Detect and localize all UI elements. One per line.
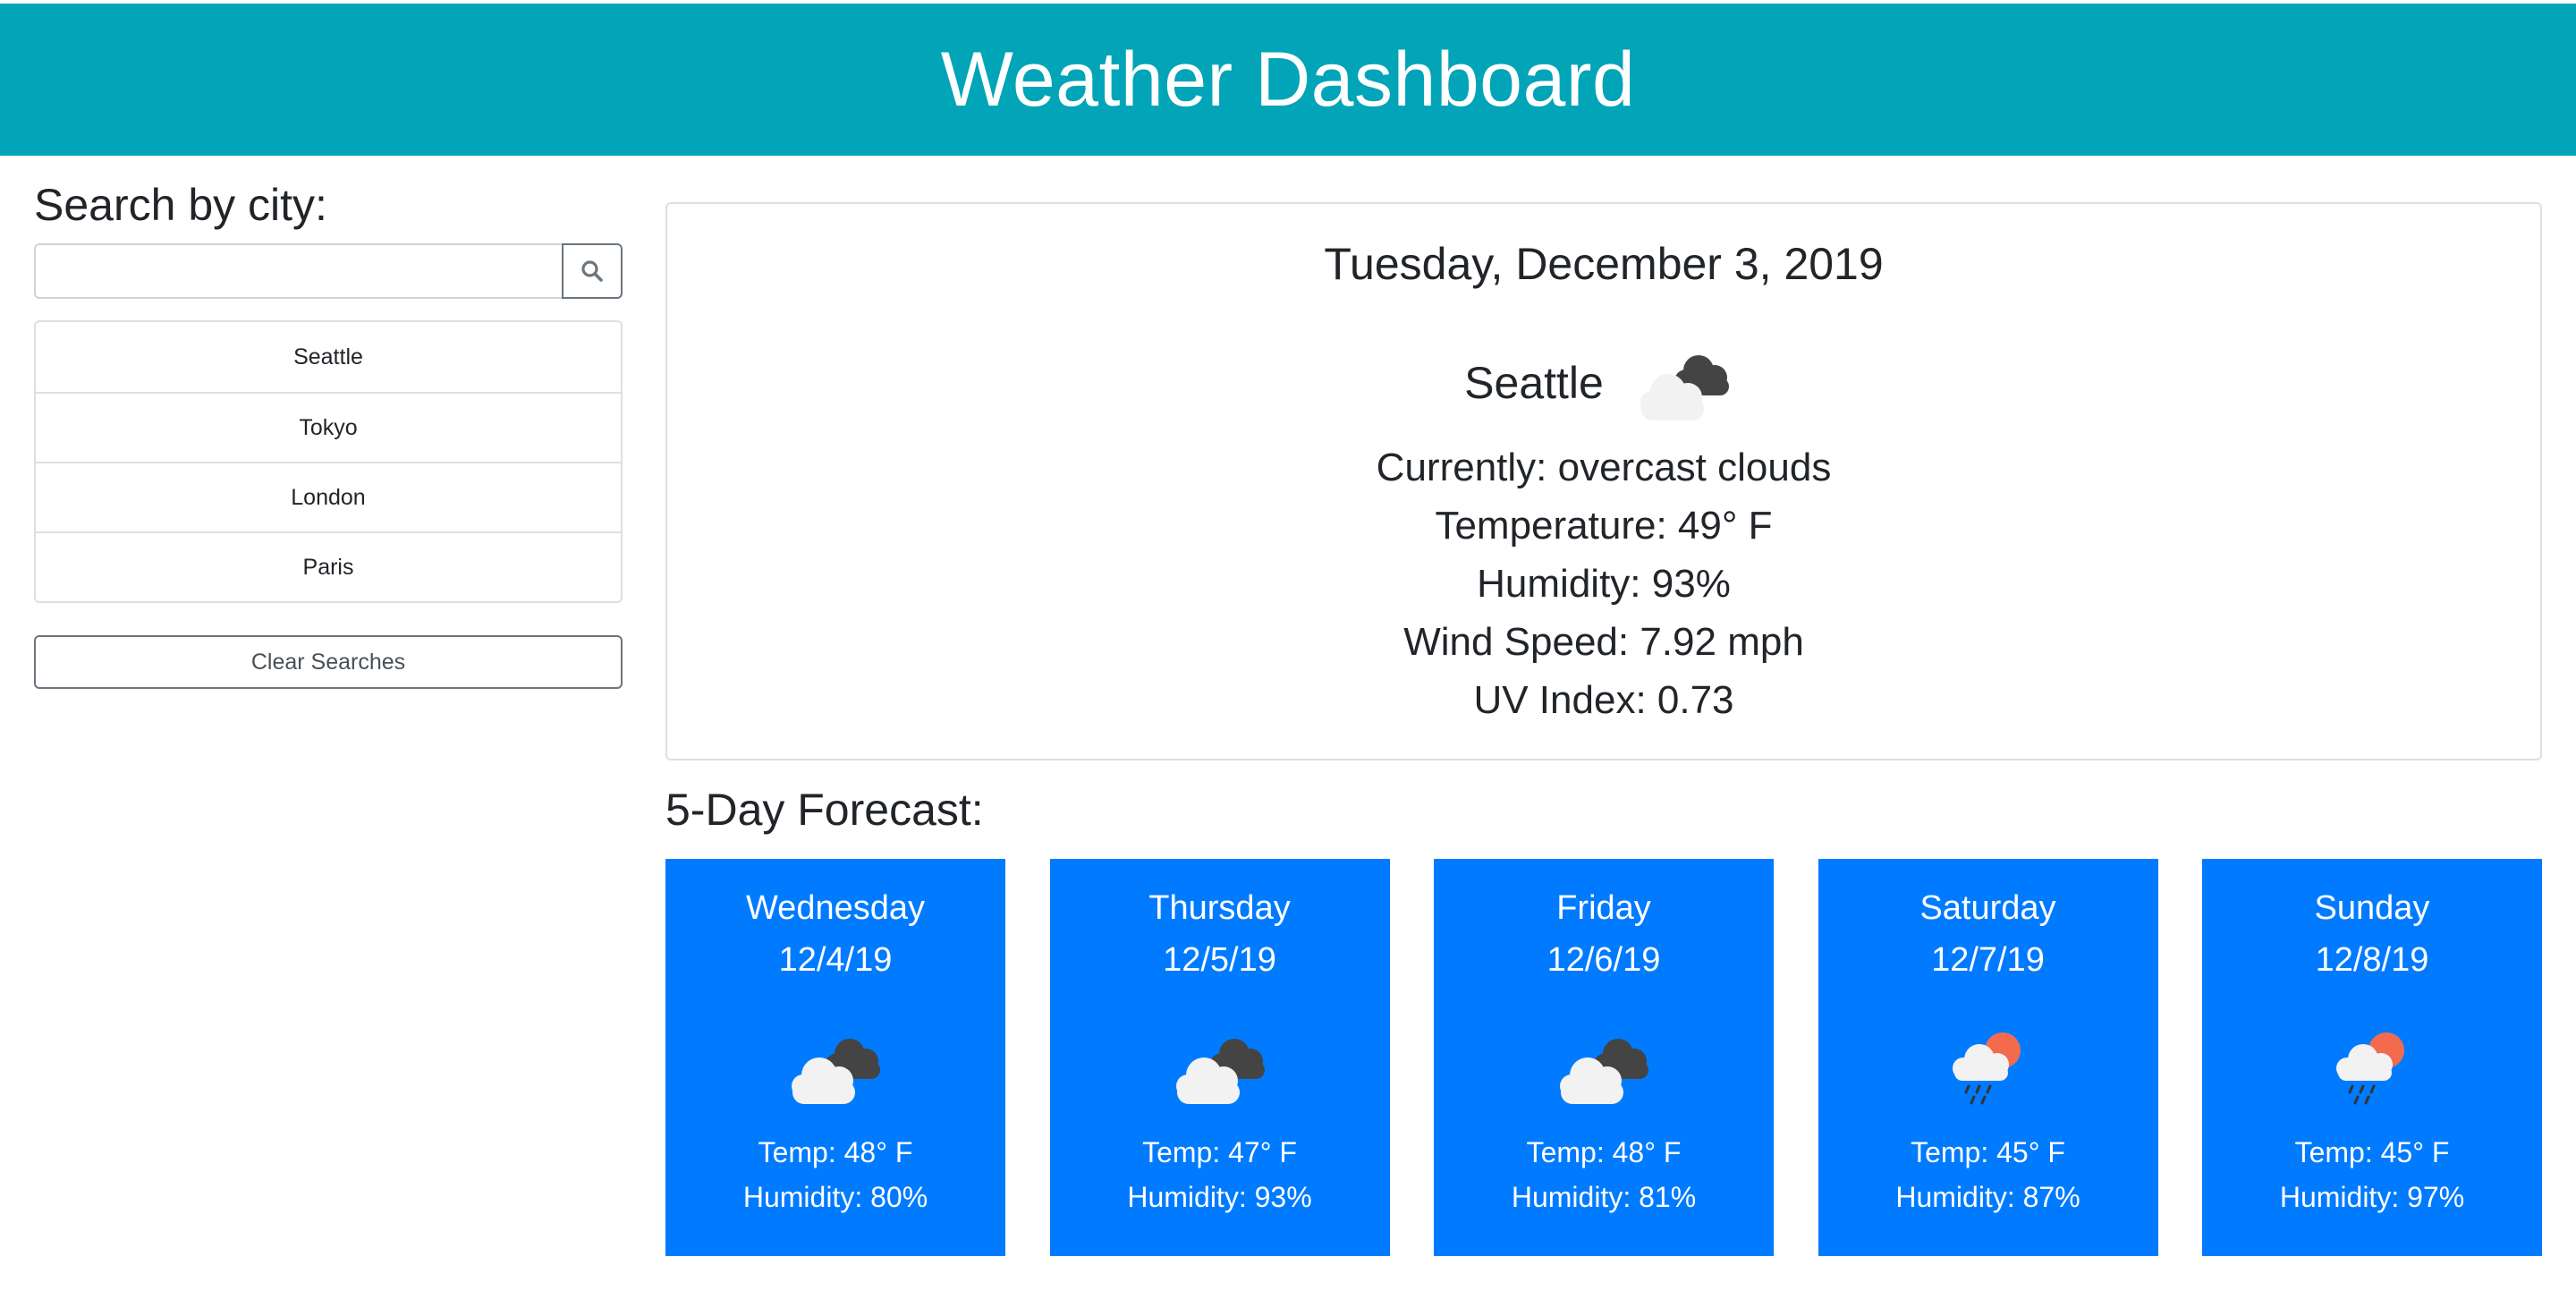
current-uv-index: UV Index: 0.73	[1473, 678, 1734, 722]
forecast-humidity: Humidity: 97%	[2279, 1181, 2465, 1213]
forecast-humidity: Humidity: 87%	[1895, 1181, 2080, 1213]
overcast-clouds-icon	[1640, 355, 1729, 420]
forecast-day: Wednesday	[746, 889, 925, 927]
history-item-seattle[interactable]: Seattle	[36, 322, 621, 392]
forecast-day: Thursday	[1148, 889, 1291, 927]
overcast-clouds-icon	[1560, 1039, 1648, 1104]
search-icon	[581, 260, 603, 282]
forecast-list: Wednesday 12/4/19 Temp: 48° F Humidity: …	[665, 859, 2542, 1256]
current-date: Tuesday, December 3, 2019	[1324, 239, 1884, 289]
forecast-temp: Temp: 45° F	[2294, 1136, 2450, 1168]
forecast-humidity: Humidity: 93%	[1127, 1181, 1312, 1213]
search-history-list: Seattle Tokyo London Paris	[34, 320, 623, 603]
current-temperature: Temperature: 49° F	[1435, 504, 1773, 548]
forecast-day: Friday	[1556, 889, 1651, 927]
history-item-paris[interactable]: Paris	[36, 531, 621, 601]
forecast-card: Sunday 12/8/19 Temp: 45° F Humidity: 97%	[2202, 859, 2542, 1256]
history-item-tokyo[interactable]: Tokyo	[36, 392, 621, 462]
page-title: Weather Dashboard	[940, 36, 1636, 123]
overcast-clouds-icon	[792, 1039, 880, 1104]
forecast-date: 12/5/19	[1163, 941, 1276, 979]
clear-searches-button[interactable]: Clear Searches	[34, 635, 623, 689]
history-item-london[interactable]: London	[36, 462, 621, 531]
forecast-temp: Temp: 47° F	[1142, 1136, 1297, 1168]
forecast-temp: Temp: 48° F	[1526, 1136, 1682, 1168]
search-form	[34, 243, 623, 299]
forecast-card: Thursday 12/5/19 Temp: 47° F Humidity: 9…	[1049, 859, 1390, 1256]
current-details: Currently: overcast clouds Temperature: …	[667, 438, 2540, 729]
forecast-date: 12/4/19	[778, 941, 893, 979]
current-humidity: Humidity: 93%	[1477, 562, 1731, 606]
forecast-date: 12/6/19	[1546, 941, 1661, 979]
current-wind-speed: Wind Speed: 7.92 mph	[1403, 620, 1804, 664]
rain-sun-icon	[1952, 1032, 2021, 1105]
forecast-temp: Temp: 45° F	[1911, 1136, 2065, 1168]
current-weather-card: Tuesday, December 3, 2019 Seattle Curren…	[665, 202, 2542, 760]
search-heading: Search by city:	[34, 180, 327, 230]
forecast-humidity: Humidity: 81%	[1511, 1181, 1697, 1213]
forecast-day: Sunday	[2314, 889, 2430, 927]
current-city-row: Seattle	[667, 329, 2540, 437]
forecast-date: 12/8/19	[2315, 941, 2429, 979]
forecast-humidity: Humidity: 80%	[742, 1181, 928, 1213]
forecast-card: Friday 12/6/19 Temp: 48° F Humidity: 81%	[1434, 859, 1774, 1256]
forecast-temp: Temp: 48° F	[758, 1136, 913, 1168]
current-conditions: Currently: overcast clouds	[1376, 446, 1832, 489]
forecast-day: Saturday	[1919, 889, 2056, 927]
forecast-card: Wednesday 12/4/19 Temp: 48° F Humidity: …	[665, 859, 1005, 1256]
forecast-heading: 5-Day Forecast:	[665, 785, 984, 835]
city-search-input[interactable]	[34, 243, 562, 299]
search-button[interactable]	[562, 243, 623, 299]
forecast-date: 12/7/19	[1931, 941, 2045, 979]
current-city: Seattle	[1464, 358, 1604, 408]
overcast-clouds-icon	[1175, 1039, 1265, 1104]
rain-sun-icon	[2336, 1032, 2404, 1105]
page-header: Weather Dashboard	[0, 4, 2576, 156]
forecast-card: Saturday 12/7/19 Temp: 45° F Humidity: 8…	[1818, 859, 2158, 1256]
